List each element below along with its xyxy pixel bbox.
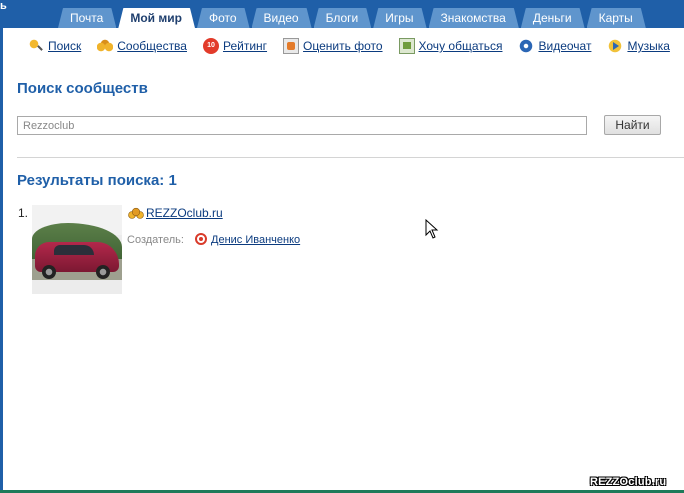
subnav-link-videochat[interactable]: Видеочат	[538, 39, 591, 53]
communities-icon	[97, 38, 114, 54]
watermark: REZZOclub.ru	[590, 476, 667, 488]
sub-navigation: Поиск Сообщества 10 Рейтинг Оценить фото…	[28, 38, 670, 54]
subnav-link-rate-photo[interactable]: Оценить фото	[303, 39, 382, 53]
tab-money[interactable]: Деньги	[521, 8, 585, 28]
results-title: Результаты поиска: 1	[17, 172, 177, 189]
subnav-item-rating[interactable]: 10 Рейтинг	[202, 38, 267, 54]
community-thumbnail[interactable]	[32, 205, 122, 294]
subnav-item-want-to-chat[interactable]: Хочу общаться	[398, 38, 503, 54]
search-icon	[28, 38, 44, 54]
tab-games[interactable]: Игры	[373, 8, 426, 28]
rate-photo-icon	[283, 38, 300, 54]
subnav-link-want-to-chat[interactable]: Хочу общаться	[419, 39, 503, 53]
main-tabs: Почта Мой мир Фото Видео Блоги Игры Знак…	[58, 8, 648, 28]
tab-mail[interactable]: Почта	[58, 8, 116, 28]
subnav-link-communities[interactable]: Сообщества	[117, 39, 187, 53]
top-header-bar: ь Почта Мой мир Фото Видео Блоги Игры Зн…	[0, 0, 684, 28]
subnav-item-rate-photo[interactable]: Оценить фото	[283, 38, 383, 54]
find-button[interactable]: Найти	[604, 115, 661, 135]
subnav-link-rating[interactable]: Рейтинг	[223, 39, 267, 53]
creator-name-link[interactable]: Денис Иванченко	[211, 234, 300, 246]
chat-icon	[398, 38, 415, 54]
rating-icon: 10	[202, 38, 219, 54]
subnav-item-search[interactable]: Поиск	[28, 38, 81, 54]
tab-my-world[interactable]: Мой мир	[118, 8, 195, 28]
search-section-title: Поиск сообществ	[17, 80, 148, 97]
subnav-item-music[interactable]: Музыка	[607, 38, 670, 54]
community-search-input[interactable]	[17, 116, 587, 135]
section-divider	[17, 157, 684, 158]
videochat-icon	[518, 38, 535, 54]
mail-at-icon	[195, 233, 207, 245]
subnav-item-communities[interactable]: Сообщества	[97, 38, 187, 54]
left-border	[0, 28, 3, 493]
music-icon	[607, 38, 624, 54]
subnav-item-videochat[interactable]: Видеочат	[518, 38, 591, 54]
tab-dating[interactable]: Знакомства	[429, 8, 519, 28]
brand-logo-fragment: ь	[0, 0, 7, 12]
tab-blogs[interactable]: Блоги	[314, 8, 372, 28]
community-icon	[128, 207, 144, 219]
tab-video[interactable]: Видео	[252, 8, 312, 28]
tab-photo[interactable]: Фото	[197, 8, 250, 28]
result-number: 1.	[18, 206, 29, 220]
creator-label: Создатель:	[127, 234, 184, 246]
subnav-link-music[interactable]: Музыка	[627, 39, 669, 53]
community-name-link[interactable]: REZZOclub.ru	[146, 206, 223, 220]
tab-maps[interactable]: Карты	[587, 8, 646, 28]
subnav-link-search[interactable]: Поиск	[48, 39, 81, 53]
